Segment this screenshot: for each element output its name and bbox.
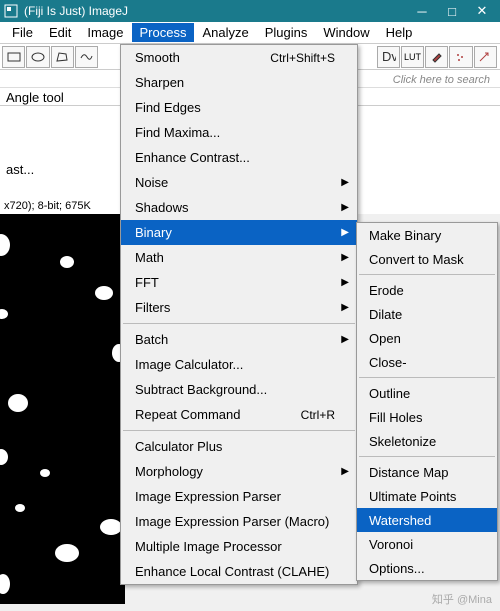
submenu-item-outline[interactable]: Outline (357, 381, 497, 405)
submenu-arrow-icon: ▶ (341, 177, 349, 188)
menu-file[interactable]: File (4, 23, 41, 42)
arrow-tool[interactable] (474, 46, 497, 68)
menu-item-smooth[interactable]: SmoothCtrl+Shift+S (121, 45, 357, 70)
submenu-item-open[interactable]: Open (357, 326, 497, 350)
lut-tool[interactable]: LUT (401, 46, 424, 68)
menu-analyze[interactable]: Analyze (194, 23, 256, 42)
menu-separator (359, 456, 495, 457)
submenu-item-dilate[interactable]: Dilate (357, 302, 497, 326)
submenu-item-options-[interactable]: Options... (357, 556, 497, 580)
spray-tool[interactable] (449, 46, 472, 68)
menu-item-enhance-contrast-[interactable]: Enhance Contrast... (121, 145, 357, 170)
titlebar: (Fiji Is Just) ImageJ ─ □ ✕ (0, 0, 500, 22)
menu-process[interactable]: Process (132, 23, 195, 42)
submenu-item-voronoi[interactable]: Voronoi (357, 532, 497, 556)
submenu-arrow-icon: ▶ (341, 202, 349, 213)
submenu-arrow-icon: ▶ (341, 334, 349, 345)
submenu-item-distance-map[interactable]: Distance Map (357, 460, 497, 484)
menu-item-find-edges[interactable]: Find Edges (121, 95, 357, 120)
binary-submenu: Make BinaryConvert to Mask ErodeDilateOpe… (356, 222, 498, 581)
submenu-item-fill-holes[interactable]: Fill Holes (357, 405, 497, 429)
menu-item-repeat-command[interactable]: Repeat CommandCtrl+R (121, 402, 357, 427)
maximize-button[interactable]: □ (438, 2, 466, 20)
menu-item-math[interactable]: Math▶ (121, 245, 357, 270)
menu-edit[interactable]: Edit (41, 23, 79, 42)
submenu-arrow-icon: ▶ (341, 252, 349, 263)
menu-item-multiple-image-processor[interactable]: Multiple Image Processor (121, 534, 357, 559)
dev-tool[interactable]: Dv (377, 46, 400, 68)
menu-item-find-maxima-[interactable]: Find Maxima... (121, 120, 357, 145)
menu-item-noise[interactable]: Noise▶ (121, 170, 357, 195)
process-menu: SmoothCtrl+Shift+SSharpenFind EdgesFind … (120, 44, 358, 585)
window-title: (Fiji Is Just) ImageJ (24, 4, 408, 18)
menu-window[interactable]: Window (315, 23, 377, 42)
rectangle-tool[interactable] (2, 46, 25, 68)
menu-item-shadows[interactable]: Shadows▶ (121, 195, 357, 220)
submenu-item-make-binary[interactable]: Make Binary (357, 223, 497, 247)
svg-text:Dv: Dv (382, 50, 396, 64)
submenu-arrow-icon: ▶ (341, 227, 349, 238)
watermark: 知乎 @Mina (432, 591, 492, 607)
freehand-tool[interactable] (75, 46, 98, 68)
close-button[interactable]: ✕ (468, 2, 496, 20)
status-text: Angle tool (6, 90, 64, 105)
menu-separator (123, 430, 355, 431)
submenu-item-skeletonize[interactable]: Skeletonize (357, 429, 497, 453)
menu-plugins[interactable]: Plugins (257, 23, 316, 42)
search-hint[interactable]: Click here to search (393, 74, 494, 86)
submenu-arrow-icon: ▶ (341, 466, 349, 477)
menu-help[interactable]: Help (378, 23, 421, 42)
menu-item-morphology[interactable]: Morphology▶ (121, 459, 357, 484)
menu-item-filters[interactable]: Filters▶ (121, 295, 357, 320)
submenu-item-close-[interactable]: Close- (357, 350, 497, 374)
menu-item-enhance-local-contrast-clahe-[interactable]: Enhance Local Contrast (CLAHE) (121, 559, 357, 584)
oval-tool[interactable] (26, 46, 49, 68)
polygon-tool[interactable] (51, 46, 74, 68)
menubar: FileEditImageProcessAnalyzePluginsWindow… (0, 22, 500, 44)
submenu-item-erode[interactable]: Erode (357, 278, 497, 302)
menu-item-binary[interactable]: Binary▶ (121, 220, 357, 245)
image-canvas[interactable] (0, 214, 125, 604)
app-icon (4, 4, 18, 18)
menu-item-image-calculator-[interactable]: Image Calculator... (121, 352, 357, 377)
menu-separator (123, 323, 355, 324)
menu-separator (359, 377, 495, 378)
menu-image[interactable]: Image (79, 23, 131, 42)
menu-item-sharpen[interactable]: Sharpen (121, 70, 357, 95)
brush-tool[interactable] (425, 46, 448, 68)
menu-item-calculator-plus[interactable]: Calculator Plus (121, 434, 357, 459)
menu-item-fft[interactable]: FFT▶ (121, 270, 357, 295)
submenu-arrow-icon: ▶ (341, 302, 349, 313)
submenu-item-ultimate-points[interactable]: Ultimate Points (357, 484, 497, 508)
menu-separator (359, 274, 495, 275)
minimize-button[interactable]: ─ (408, 2, 436, 20)
menu-item-image-expression-parser-macro-[interactable]: Image Expression Parser (Macro) (121, 509, 357, 534)
submenu-arrow-icon: ▶ (341, 277, 349, 288)
menu-item-subtract-background-[interactable]: Subtract Background... (121, 377, 357, 402)
menu-item-image-expression-parser[interactable]: Image Expression Parser (121, 484, 357, 509)
menu-item-batch[interactable]: Batch▶ (121, 327, 357, 352)
submenu-item-watershed[interactable]: Watershed (357, 508, 497, 532)
submenu-item-convert-to-mask[interactable]: Convert to Mask (357, 247, 497, 271)
